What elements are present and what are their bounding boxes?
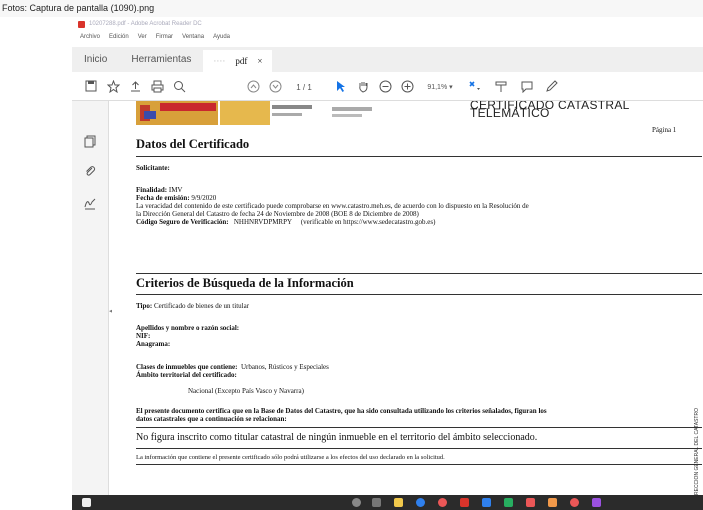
menu-edicion[interactable]: Edición (109, 31, 129, 43)
store-icon[interactable] (482, 498, 491, 507)
zoom-in-icon[interactable] (396, 80, 418, 95)
left-pane (72, 101, 109, 495)
side-watermark: DIRECCIÓN GENERAL DEL CATASTRO (694, 408, 700, 500)
attachment-icon[interactable] (82, 165, 98, 181)
finalidad-value: IMV (168, 186, 183, 194)
print-icon[interactable] (146, 80, 168, 95)
zoom-level: 91,1% (427, 84, 448, 91)
toolbar: 1 / 1 91,1% ▾ (72, 74, 703, 101)
result-rule-top (136, 427, 702, 428)
section-title-datos: Datos del Certificado (136, 137, 250, 151)
app-icon[interactable] (570, 498, 579, 507)
pen-icon[interactable] (540, 79, 562, 95)
star-icon[interactable] (102, 79, 124, 95)
fecha-value: 9/9/2020 (191, 194, 217, 202)
comment-icon[interactable] (514, 80, 540, 95)
menu-firmar[interactable]: Firmar (156, 31, 173, 43)
zoom-dropdown[interactable]: 91,1% ▾ (418, 83, 462, 91)
taskview-icon[interactable] (372, 498, 381, 507)
certificate-header-title: CERTIFICADO CATASTRAL TELEMÁTICO (470, 101, 630, 120)
acrobat-logo-icon (78, 20, 85, 28)
clases-label: Clases de inmuebles que contiene: (136, 363, 238, 371)
signature-icon[interactable] (82, 197, 98, 213)
search-icon[interactable] (168, 80, 190, 95)
ministry-logos (136, 101, 372, 125)
upload-icon[interactable] (124, 80, 146, 95)
acrobat-window: 10207288.pdf - Adobe Acrobat Reader DC A… (72, 17, 703, 495)
page-label: Página 1 (652, 126, 677, 134)
close-tab-icon[interactable]: × (257, 49, 262, 74)
save-icon[interactable] (80, 80, 102, 94)
fecha-label: Fecha de emisión: (136, 194, 190, 202)
explorer-icon[interactable] (394, 498, 403, 507)
footer-note: La información que contiene el presente … (136, 454, 445, 461)
page-fit-icon[interactable] (462, 80, 488, 95)
clases-value: Urbanos, Rústicos y Especiales (241, 363, 329, 371)
tab-tools[interactable]: Herramientas (119, 47, 203, 72)
tab-home[interactable]: Inicio (72, 47, 119, 72)
tab-bar: Inicio Herramientas ···· pdf × (72, 47, 703, 72)
acrobat-titlebar: 10207288.pdf - Adobe Acrobat Reader DC (72, 17, 703, 31)
csv-label: Código Seguro de Verificación: (136, 218, 229, 226)
tab-document[interactable]: ···· pdf × (203, 49, 273, 74)
menu-ver[interactable]: Ver (138, 31, 147, 43)
app-icon[interactable] (592, 498, 601, 507)
finalidad-label: Finalidad: (136, 186, 168, 194)
start-icon[interactable] (82, 498, 91, 507)
chrome-icon[interactable] (438, 498, 447, 507)
solicitante-label: Solicitante: (136, 164, 170, 172)
doc-name-redacted: ···· (213, 55, 226, 66)
presente-text-line2: datos catastrales que a continuación se … (136, 415, 287, 423)
presente-text-line1: El presente documento certifica que en l… (136, 407, 547, 415)
veracidad-text-line2: la Dirección General del Catastro de fec… (136, 210, 419, 218)
ambito-label: Ámbito territorial del certificado: (136, 371, 237, 379)
photo-window-title: Fotos: Captura de pantalla (1090).png (0, 0, 703, 17)
prev-page-icon[interactable] (242, 80, 264, 95)
doc-tab-label: pdf (235, 55, 248, 66)
select-cursor-icon[interactable] (330, 80, 352, 95)
ambito-value: Nacional (Excepto País Vasco y Navarra) (188, 387, 304, 395)
section-rule (136, 156, 702, 157)
menu-ayuda[interactable]: Ayuda (213, 31, 230, 43)
page-indicator[interactable]: 1 / 1 (286, 83, 322, 92)
veracidad-text-line1: La veracidad del contenido de este certi… (136, 202, 529, 210)
windows-taskbar (72, 495, 703, 510)
next-page-icon[interactable] (264, 80, 286, 95)
footer-rule (136, 464, 702, 465)
tipo-value: Certificado de bienes de un titular (153, 302, 250, 310)
menu-archivo[interactable]: Archivo (80, 31, 100, 43)
result-rule-bottom (136, 448, 702, 449)
edge-icon[interactable] (416, 498, 425, 507)
nif-label: NIF: (136, 332, 151, 340)
pages-icon[interactable] (82, 135, 98, 151)
csv-note: (verificable en https://www.sedecatastro… (300, 218, 436, 226)
section-title-criterios: Criterios de Búsqueda de la Información (136, 276, 354, 290)
menu-ventana[interactable]: Ventana (182, 31, 204, 43)
section-rule (136, 294, 702, 295)
cortana-icon[interactable] (352, 498, 361, 507)
acrobat-title: 10207288.pdf - Adobe Acrobat Reader DC (89, 21, 202, 27)
menubar: Archivo Edición Ver Firmar Ventana Ayuda (72, 31, 703, 43)
app-icon[interactable] (526, 498, 535, 507)
app-icon[interactable] (504, 498, 513, 507)
scroll-mode-icon[interactable] (488, 80, 514, 95)
zoom-out-icon[interactable] (374, 80, 396, 95)
anagrama-label: Anagrama: (136, 340, 171, 348)
document-page: CERTIFICADO CATASTRAL TELEMÁTICO Página … (112, 101, 703, 495)
app-icon[interactable] (548, 498, 557, 507)
apellidos-label: Apellidos y nombre o razón social: (136, 324, 240, 332)
csv-value: NHHNRVDPMRPY (233, 218, 293, 226)
acrobat-taskbar-icon[interactable] (460, 498, 469, 507)
hand-tool-icon[interactable] (352, 80, 374, 95)
tipo-label: Tipo: (136, 302, 153, 310)
result-text: No figura inscrito como titular catastra… (136, 432, 538, 443)
section-rule (136, 273, 702, 274)
